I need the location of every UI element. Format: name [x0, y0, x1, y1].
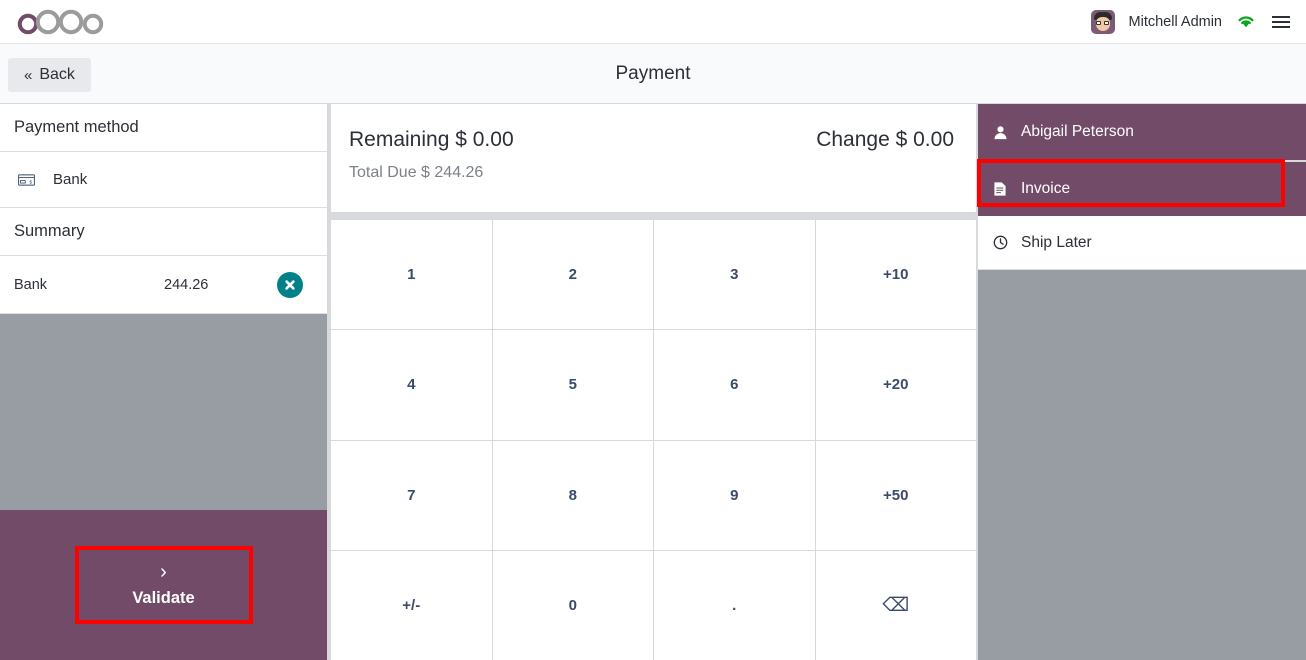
- ship-later-toggle[interactable]: Ship Later: [978, 216, 1306, 270]
- validate-button[interactable]: › Validate: [74, 546, 253, 624]
- customer-button[interactable]: Abigail Peterson: [978, 104, 1306, 162]
- page-title: Payment: [615, 63, 691, 84]
- back-button-label: Back: [39, 66, 75, 83]
- numpad: 1 2 3 +10 4 5 6 +20 7 8 9 +50 +/- 0. ⌫: [331, 220, 976, 660]
- invoice-toggle[interactable]: Invoice: [978, 162, 1306, 216]
- numpad-3[interactable]: 3: [654, 220, 815, 330]
- remaining-label: Remaining: [349, 128, 450, 151]
- numpad-8[interactable]: 8: [492, 440, 653, 550]
- summary-row-amount: 244.26: [164, 276, 209, 293]
- numpad-5[interactable]: 5: [492, 330, 653, 440]
- svg-text:$: $: [30, 179, 33, 185]
- page-subheader: Payment « Back: [0, 44, 1306, 104]
- numpad-0[interactable]: 0: [492, 550, 653, 660]
- numpad-plus-20[interactable]: +20: [815, 330, 976, 440]
- wifi-icon[interactable]: [1236, 14, 1256, 29]
- topbar-right-group: Mitchell Admin: [1090, 0, 1306, 44]
- chevron-right-icon: ›: [160, 561, 167, 583]
- validate-button-label: Validate: [132, 589, 195, 607]
- customer-name: Abigail Peterson: [1021, 123, 1134, 140]
- summary-row: Bank 244.26: [0, 256, 327, 314]
- totals-card: Remaining $ 0.00 Change $ 0.00 Total Due…: [331, 104, 976, 212]
- payment-method-section: Payment method $ Bank Summary Bank 244.2…: [0, 104, 327, 314]
- order-options-panel: Abigail Peterson Invoice Ship Later: [977, 104, 1306, 660]
- clock-icon: [993, 235, 1010, 250]
- summary-heading: Summary: [0, 208, 327, 256]
- change-label: Change: [816, 128, 890, 151]
- change-group: Change $ 0.00: [816, 128, 954, 152]
- document-icon: [993, 181, 1010, 197]
- top-navbar: Mitchell Admin: [0, 0, 1306, 44]
- remaining-value: $ 0.00: [455, 128, 514, 151]
- numpad-plus-50[interactable]: +50: [815, 440, 976, 550]
- payment-method-bank[interactable]: $ Bank: [0, 152, 327, 208]
- avatar[interactable]: [1090, 9, 1115, 34]
- user-name: Mitchell Admin: [1128, 13, 1222, 30]
- back-chevron-icon: «: [24, 66, 33, 84]
- person-icon: [993, 125, 1010, 140]
- credit-card-icon: $: [18, 170, 35, 190]
- payment-methods-panel: Payment method $ Bank Summary Bank 244.2…: [0, 104, 327, 660]
- total-due-group: Total Due $ 244.26: [349, 164, 954, 182]
- numpad-1[interactable]: 1: [331, 220, 492, 330]
- pos-payment-screen: Mitchell Admin Payment « Back Payment me…: [0, 0, 1306, 660]
- invoice-row-wrapper: Invoice: [977, 159, 1306, 216]
- payment-method-heading: Payment method: [0, 104, 327, 152]
- total-due-value: $ 244.26: [421, 164, 484, 181]
- numpad-4[interactable]: 4: [331, 330, 492, 440]
- numpad-6[interactable]: 6: [654, 330, 815, 440]
- validate-zone: › Validate: [0, 510, 327, 660]
- numpad-9[interactable]: 9: [654, 440, 815, 550]
- totals-primary-row: Remaining $ 0.00 Change $ 0.00: [349, 128, 954, 152]
- total-due-label: Total Due: [349, 164, 417, 181]
- back-button[interactable]: « Back: [8, 58, 91, 92]
- numpad-sign-toggle[interactable]: +/-: [331, 550, 492, 660]
- numpad-backspace[interactable]: ⌫: [815, 550, 976, 660]
- numpad-2[interactable]: 2: [492, 220, 653, 330]
- change-value: $ 0.00: [895, 128, 954, 151]
- numpad-7[interactable]: 7: [331, 440, 492, 550]
- invoice-label: Invoice: [1021, 180, 1071, 197]
- summary-row-name: Bank: [14, 276, 48, 293]
- delete-circle-icon[interactable]: [277, 271, 303, 298]
- right-panel-filler: [978, 270, 1306, 660]
- left-panel-filler: [0, 314, 327, 510]
- hamburger-menu-icon[interactable]: [1270, 12, 1292, 32]
- payment-main-panel: Remaining $ 0.00 Change $ 0.00 Total Due…: [331, 104, 976, 660]
- numpad-decimal[interactable]: .: [654, 550, 815, 660]
- remaining-group: Remaining $ 0.00: [349, 128, 514, 152]
- odoo-logo[interactable]: [16, 0, 104, 44]
- payment-method-label: Bank: [53, 171, 88, 188]
- ship-later-label: Ship Later: [1021, 233, 1092, 251]
- numpad-plus-10[interactable]: +10: [815, 220, 976, 330]
